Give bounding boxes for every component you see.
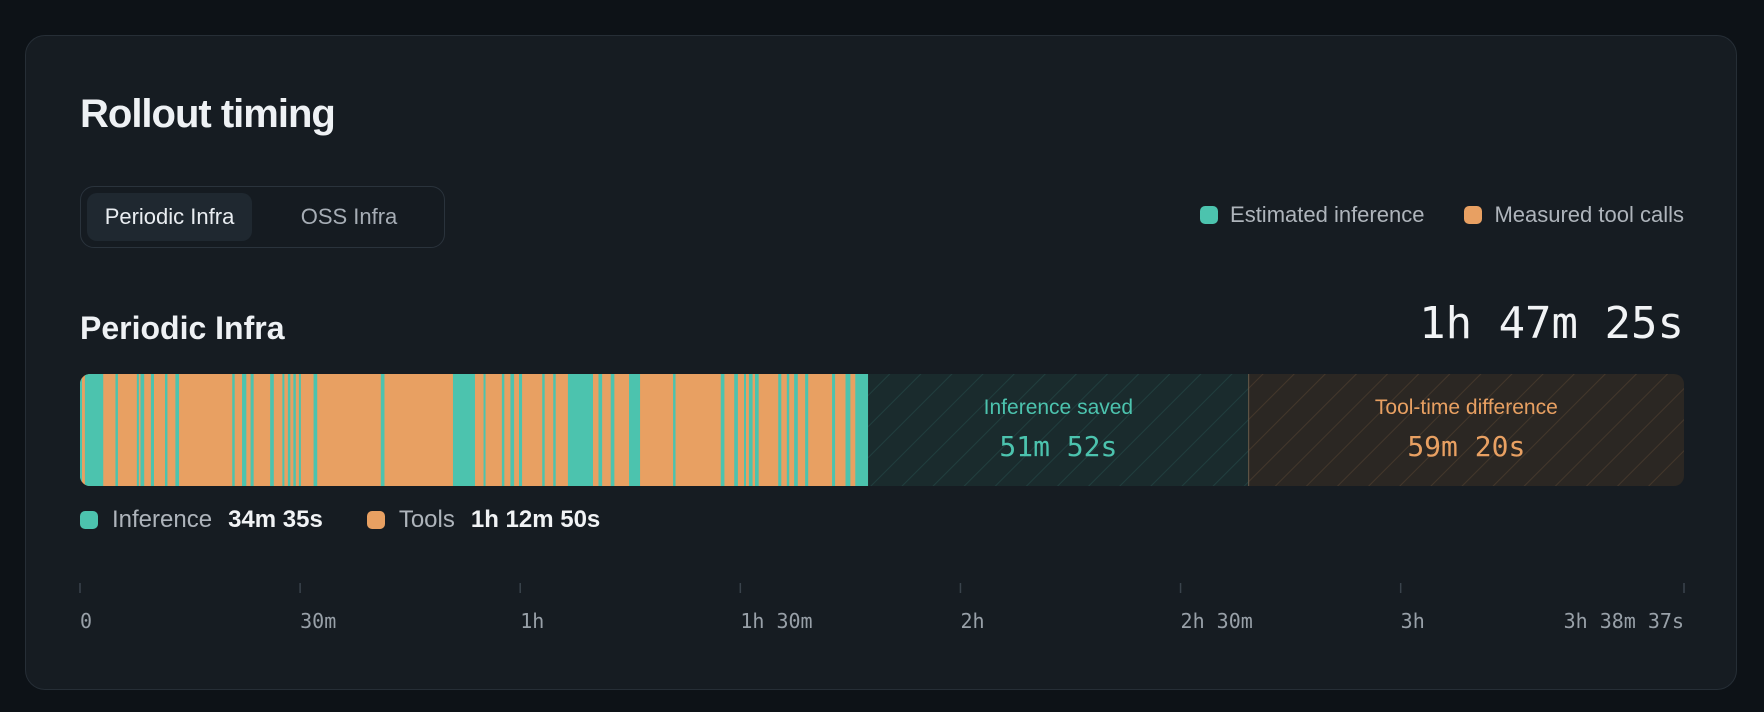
inference-segment [80,374,82,486]
inference-segment [282,374,285,486]
inference-segment [136,374,139,486]
inference-segment [380,374,385,486]
inference-segment [242,374,247,486]
inference-segment [232,374,235,486]
summary-swatch-inference [80,511,98,529]
legend-label-inference: Estimated inference [1230,202,1425,227]
inference-segment [293,374,296,486]
inference-segment [313,374,318,486]
inference-segment [755,374,759,486]
infra-tab-group: Periodic Infra OSS Infra [80,186,445,248]
card-title: Rollout timing [80,92,336,136]
legend-item-inference: Estimated inference [1200,202,1424,228]
summary-value-tools: 1h 12m 50s [470,506,601,533]
inference-segment [610,374,615,486]
inference-segment [720,374,725,486]
tab-oss-infra[interactable]: OSS Infra [259,193,439,241]
inference-segment [832,374,836,486]
tab-periodic-infra[interactable]: Periodic Infra [87,193,252,241]
inference-segment [150,374,154,486]
axis-tick-label: 3h 38m 37s [1564,609,1684,633]
legend-swatch-tools [1464,206,1483,224]
inference-segment [845,374,851,486]
axis-tick-label: 2h 30m [1181,609,1253,633]
inference-segment [598,374,603,486]
summary-swatch-tools [366,511,385,529]
inference-saved-label: Inference saved [983,396,1134,419]
axis-tick-label: 3h [1401,609,1425,633]
duration-summary: Inference 34m 35s Tools 1h 12m 50s [80,506,644,534]
inference-segment [510,374,515,486]
inference-segment [542,374,545,486]
inference-saved-value: 51m 52s [999,430,1118,463]
inference-segment [250,374,254,486]
inference-segment [744,374,747,486]
inference-segment [786,374,790,486]
inference-segment [164,374,168,486]
inference-segment [673,374,676,486]
legend-label-tools: Measured tool calls [1494,202,1684,227]
total-duration: 1h 47m 25s [1419,298,1684,349]
inference-segment [483,374,486,486]
inference-segment [298,374,301,486]
inference-segment [778,374,782,486]
inference-segment [452,374,475,486]
inference-segment [794,374,798,486]
inference-segment [805,374,809,486]
inference-segment [748,374,753,486]
inference-segment [115,374,118,486]
axis-tick-label: 0 [80,609,92,633]
inference-segment [518,374,523,486]
inference-segment [734,374,738,486]
inference-segment [629,374,641,486]
axis-tick-label: 1h [520,609,544,633]
legend-swatch-inference [1200,206,1219,224]
summary-value-inference: 34m 35s [228,506,323,533]
section-title: Periodic Infra [80,310,285,346]
inference-segment [567,374,593,486]
axis-tick-label: 1h 30m [740,609,812,633]
summary-label-inference: Inference [112,506,213,533]
inference-segment [175,374,180,486]
summary-label-tools: Tools [398,506,455,533]
legend-item-tools: Measured tool calls [1464,202,1684,228]
time-axis: 0 30m 1h 1h 30m 2h 2h 30m 3h 3h 38m 37s [79,583,1685,633]
inference-segment [270,374,274,486]
inference-segment [553,374,556,486]
inference-segment [287,374,291,486]
tool-time-difference-value: 59m 20s [1407,430,1526,463]
chart-legend: Estimated inference Measured tool calls [1200,202,1684,228]
axis-tick-label: 2h [960,609,984,633]
axis-tick-label: 30m [300,609,336,633]
inference-segment [84,374,104,486]
tool-time-difference-label: Tool-time difference [1374,396,1558,419]
inference-segment [140,374,145,486]
inference-segment [501,374,505,486]
